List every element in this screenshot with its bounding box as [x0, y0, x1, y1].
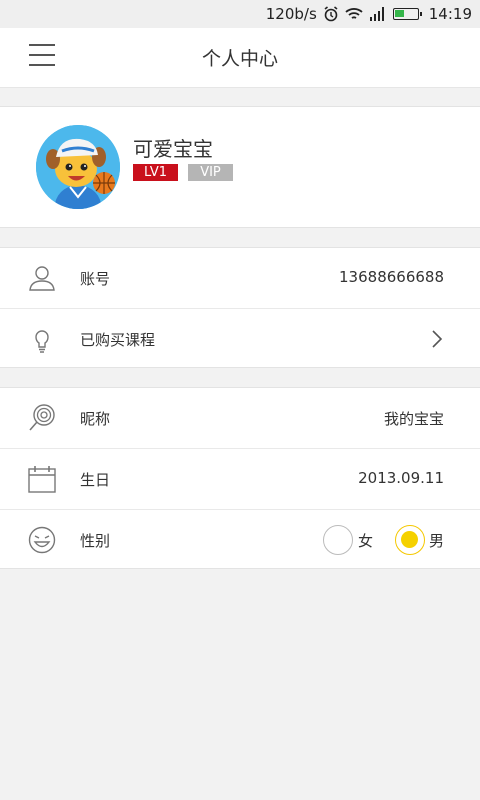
vip-badge: VIP — [188, 164, 233, 181]
status-bar: 120b/s 14:19 — [0, 0, 480, 28]
alarm-icon — [324, 6, 338, 22]
profile-card: 可爱宝宝 LV1 VIP — [0, 106, 480, 228]
lightbulb-icon — [35, 330, 49, 353]
nickname-label: 昵称 — [80, 410, 111, 428]
gender-male-label: 男 — [429, 532, 445, 550]
account-row: 账号 13688666688 — [0, 248, 480, 308]
chevron-right-icon[interactable] — [430, 329, 444, 349]
smiley-icon — [28, 526, 56, 554]
account-value: 13688666688 — [339, 268, 444, 286]
wifi-icon — [345, 8, 363, 19]
gender-male-radio[interactable] — [395, 525, 425, 555]
avatar[interactable] — [36, 125, 120, 209]
avatar-image — [36, 125, 120, 209]
app-header: 个人中心 — [0, 28, 480, 88]
battery-icon — [392, 8, 422, 20]
lollipop-icon — [29, 404, 55, 431]
account-label: 账号 — [80, 270, 111, 288]
gender-female-radio[interactable] — [323, 525, 353, 555]
account-group: 账号 13688666688 已购买课程 — [0, 247, 480, 368]
profile-nickname: 可爱宝宝 — [133, 137, 213, 161]
page-title: 个人中心 — [201, 48, 278, 70]
gender-female-label: 女 — [358, 532, 374, 550]
purchased-courses-row[interactable]: 已购买课程 — [0, 308, 480, 368]
user-icon — [29, 266, 55, 291]
purchased-courses-label: 已购买课程 — [80, 331, 156, 349]
birthday-row[interactable]: 生日 2013.09.11 — [0, 448, 480, 508]
level-badge: LV1 — [133, 164, 178, 181]
gender-row: 性别 女 男 — [0, 509, 480, 569]
signal-icon — [369, 7, 384, 21]
profile-details-group: 昵称 我的宝宝 生日 2013.09.11 性别 女 男 — [0, 387, 480, 569]
network-speed: 120b/s — [265, 5, 317, 23]
nickname-row[interactable]: 昵称 我的宝宝 — [0, 388, 480, 448]
birthday-value: 2013.09.11 — [358, 469, 444, 487]
nickname-value: 我的宝宝 — [383, 410, 444, 428]
gender-label: 性别 — [80, 532, 111, 550]
birthday-label: 生日 — [80, 471, 111, 489]
clock: 14:19 — [428, 5, 472, 23]
calendar-icon — [28, 466, 56, 493]
